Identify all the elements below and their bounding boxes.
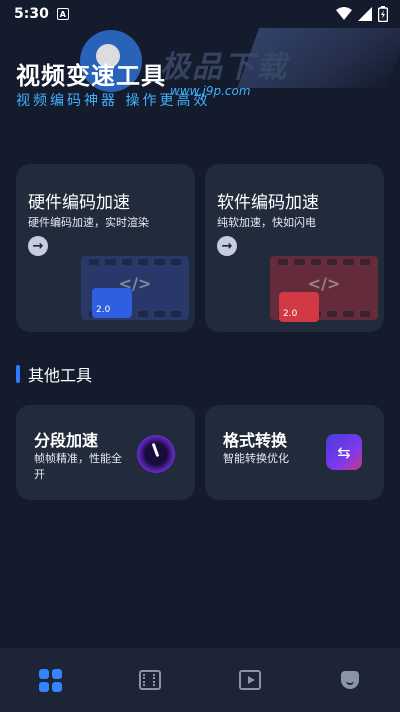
wifi-icon: [336, 7, 352, 20]
convert-arrows-icon: ⇆: [326, 434, 362, 470]
tool-desc: 智能转换优化: [223, 452, 289, 465]
arrow-right-icon[interactable]: →: [217, 236, 237, 256]
status-time: 5:30: [14, 6, 49, 22]
header-decoration: [237, 28, 400, 88]
nav-profile[interactable]: [325, 660, 375, 700]
card-title: 软件编码加速: [217, 193, 319, 213]
bottom-nav: [0, 648, 400, 712]
version-badge: 2.0: [279, 292, 319, 322]
nav-media[interactable]: [125, 660, 175, 700]
version-badge: 2.0: [92, 288, 132, 318]
section-header: 其他工具: [16, 362, 92, 386]
app-title: 视频变速工具: [16, 62, 166, 90]
card-desc: 纯软加速，快如闪电: [217, 216, 316, 229]
tool-title: 格式转换: [223, 431, 288, 450]
app-subtitle: 视频编码神器 操作更高效: [16, 93, 211, 109]
status-icons: [336, 6, 388, 22]
arrow-right-icon[interactable]: →: [28, 236, 48, 256]
software-encode-card[interactable]: 软件编码加速 纯软加速，快如闪电 → </> 2.0: [205, 164, 384, 332]
card-desc: 硬件编码加速，实时渲染: [28, 216, 149, 229]
nav-home[interactable]: [25, 660, 75, 700]
face-icon: [341, 671, 359, 689]
segment-speed-card[interactable]: 分段加速 帧帧精准，性能全开: [16, 405, 195, 500]
format-convert-card[interactable]: 格式转换 智能转换优化 ⇆: [205, 405, 384, 500]
play-icon: [239, 670, 261, 690]
section-accent-bar: [16, 365, 20, 383]
film-icon: [139, 670, 161, 690]
card-title: 硬件编码加速: [28, 193, 130, 213]
speedometer-icon: [137, 435, 175, 473]
nav-video[interactable]: [225, 660, 275, 700]
signal-icon: [358, 7, 372, 21]
section-title: 其他工具: [28, 366, 93, 385]
tool-title: 分段加速: [34, 431, 99, 450]
status-bar: 5:30 A: [0, 0, 400, 28]
code-glyph: </>: [307, 274, 341, 293]
tool-desc: 帧帧精准，性能全开: [34, 452, 122, 481]
grid-icon: [38, 668, 62, 692]
notification-icon: A: [56, 8, 69, 20]
battery-icon: [378, 6, 388, 22]
hardware-encode-card[interactable]: 硬件编码加速 硬件编码加速，实时渲染 → </> 2.0: [16, 164, 195, 332]
